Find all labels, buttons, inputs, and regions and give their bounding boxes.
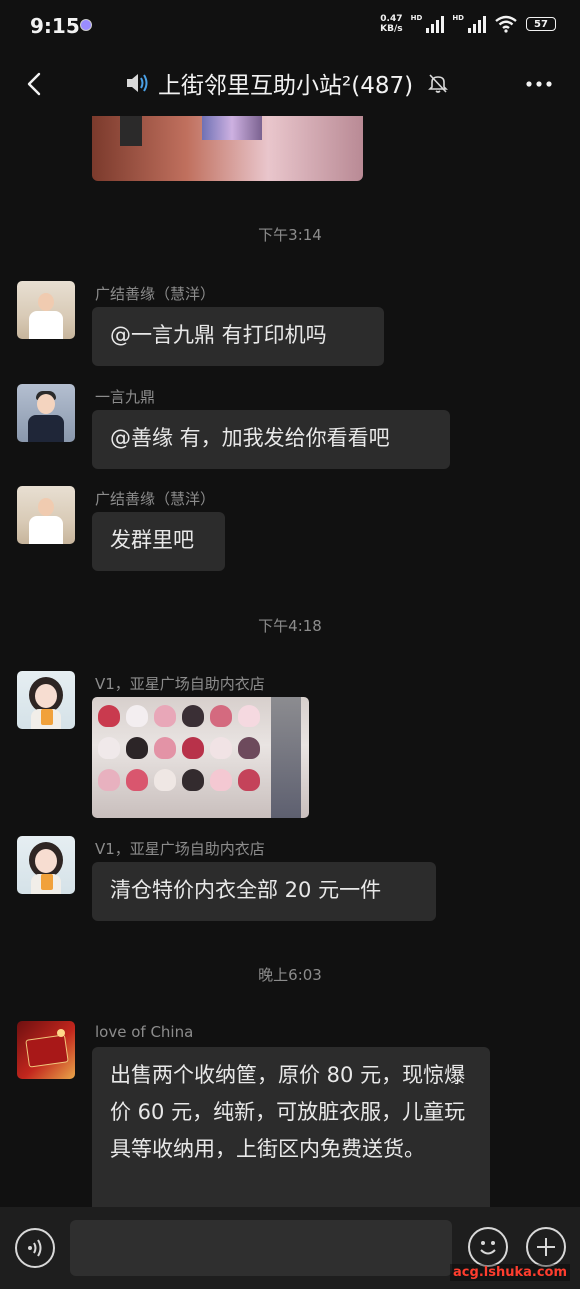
message-bubble[interactable]: 清仓特价内衣全部 20 元一件 <box>92 862 436 921</box>
status-time: 9:15 <box>30 14 80 38</box>
sender-name: 一言九鼎 <box>95 388 156 406</box>
sender-name: 广结善缘（慧洋） <box>95 285 216 303</box>
network-speed-unit: KB/s <box>380 24 403 34</box>
sender-name: love of China <box>95 1023 194 1041</box>
signal-icon <box>426 15 445 33</box>
mute-bell-icon <box>428 74 449 93</box>
timestamp: 下午4:18 <box>258 617 322 635</box>
emoji-icon[interactable] <box>468 1227 508 1267</box>
avatar[interactable] <box>17 281 75 339</box>
app-notification-icon <box>80 19 92 31</box>
wifi-icon <box>495 15 517 33</box>
signal-icon-2 <box>468 15 486 33</box>
network-speed: 0.47 KB/s <box>380 14 402 34</box>
partial-image-message[interactable] <box>92 116 363 181</box>
battery-icon: 57 <box>526 17 556 31</box>
status-bar: 9:15 0.47 KB/s HD HD 57 <box>0 0 580 52</box>
hd-badge: HD <box>410 14 423 22</box>
sender-name: V1，亚星广场自助内衣店 <box>95 840 265 858</box>
chat-title-group[interactable]: 上街邻里互助小站²(487) <box>124 66 449 100</box>
timestamp: 晚上6:03 <box>258 966 322 984</box>
plus-icon[interactable] <box>526 1227 566 1267</box>
voice-input-icon[interactable] <box>15 1228 55 1268</box>
chat-title: 上街邻里互助小站²(487) <box>158 73 414 99</box>
message-bubble[interactable]: @一言九鼎 有打印机吗 <box>92 307 384 366</box>
status-icons: 0.47 KB/s HD HD 57 <box>380 14 556 34</box>
message-bubble[interactable]: @善缘 有，加我发给你看看吧 <box>92 410 450 469</box>
hd-badge-2: HD <box>452 14 464 22</box>
avatar[interactable] <box>17 1021 75 1079</box>
network-speed-value: 0.47 <box>380 14 403 24</box>
speaker-icon <box>127 74 148 92</box>
sender-name: 广结善缘（慧洋） <box>95 490 216 508</box>
chat-header: 上街邻里互助小站²(487) <box>0 52 580 116</box>
more-icon[interactable] <box>524 72 554 96</box>
sender-name: V1，亚星广场自助内衣店 <box>95 675 265 693</box>
back-icon[interactable] <box>22 70 50 98</box>
avatar[interactable] <box>17 384 75 442</box>
watermark-text: acg.lshuka.com <box>450 1264 570 1281</box>
message-bubble[interactable]: 出售两个收纳筐，原价 80 元，现惊爆价 60 元，纯新，可放脏衣服，儿童玩具等… <box>92 1047 490 1217</box>
message-bubble[interactable]: 发群里吧 <box>92 512 225 571</box>
avatar[interactable] <box>17 671 75 729</box>
avatar[interactable] <box>17 486 75 544</box>
message-input[interactable] <box>70 1220 452 1276</box>
timestamp: 下午3:14 <box>258 226 322 244</box>
avatar[interactable] <box>17 836 75 894</box>
image-message[interactable] <box>92 697 309 818</box>
